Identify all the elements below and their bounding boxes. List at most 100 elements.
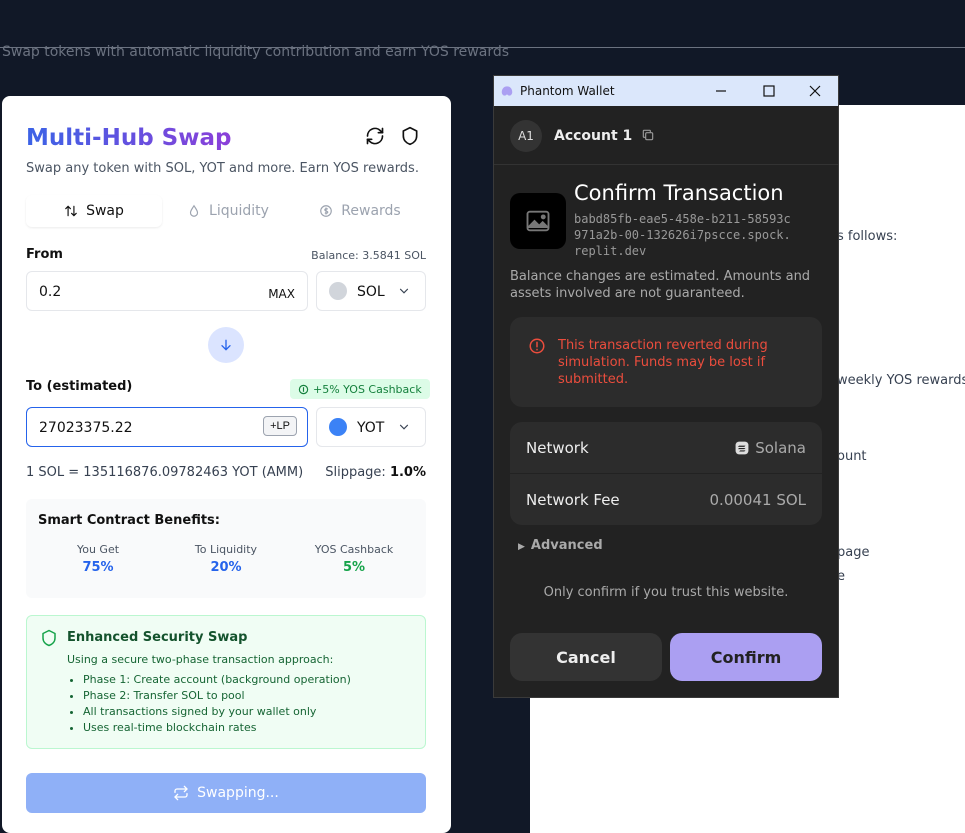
security-intro: Using a secure two-phase transaction app… (67, 653, 334, 666)
advanced-label: Advanced (530, 538, 603, 553)
site-image-icon (510, 193, 566, 249)
swap-card-title: Multi-Hub Swap (26, 125, 232, 151)
network-fee-value: 0.00041 SOL (709, 491, 806, 509)
tab-label: Swap (86, 203, 124, 219)
yot-token-icon (329, 418, 347, 436)
dollar-coin-icon (320, 205, 333, 217)
list-item: All transactions signed by your wallet o… (83, 704, 351, 720)
from-balance: Balance: 3.5841 SOL (311, 249, 426, 262)
sol-token-icon (329, 282, 347, 300)
tab-rewards[interactable]: Rewards (294, 195, 426, 227)
reverse-direction-button[interactable] (208, 327, 244, 363)
from-amount-value: 0.2 (39, 284, 62, 300)
account-avatar[interactable]: A1 (510, 120, 542, 152)
account-name-text: Account 1 (554, 128, 633, 144)
benefit-value: 20% (210, 560, 242, 575)
from-label: From (26, 247, 63, 262)
phantom-wallet-window: Phantom Wallet A1 Account 1 Confirm Tran… (493, 75, 839, 698)
alert-circle-icon (529, 338, 545, 354)
to-token-name: YOT (357, 420, 385, 436)
network-name: Solana (755, 439, 806, 457)
arrow-down-icon (221, 339, 231, 351)
advanced-toggle[interactable]: ▶ Advanced (518, 538, 603, 553)
balance-note: Balance changes are estimated. Amounts a… (510, 269, 811, 301)
security-list: Phase 1: Create account (background oper… (83, 672, 351, 736)
swap-card: Multi-Hub Swap Swap any token with SOL, … (2, 96, 451, 833)
window-title: Phantom Wallet (520, 84, 615, 98)
divider (494, 164, 838, 165)
exchange-rate: 1 SOL = 135116876.09782463 YOT (AMM) (26, 465, 304, 480)
swap-button[interactable]: Swapping... (26, 773, 426, 813)
phantom-logo-icon (501, 86, 513, 96)
benefit-value: 5% (342, 560, 366, 575)
list-item: Phase 2: Transfer SOL to pool (83, 688, 351, 704)
trust-note: Only confirm if you trust this website. (543, 585, 789, 600)
to-amount-value: 27023375.22 (39, 420, 133, 436)
benefit-you-get: You Get 75% (38, 543, 158, 575)
copy-icon (642, 129, 654, 141)
cashback-badge: +5% YOS Cashback (290, 379, 430, 399)
from-token-select[interactable]: SOL (316, 271, 426, 311)
benefit-to-liquidity: To Liquidity 20% (166, 543, 286, 575)
maximize-icon[interactable] (760, 82, 778, 100)
to-amount-input[interactable]: 27023375.22 +LP (26, 407, 308, 447)
solana-icon (735, 441, 749, 455)
network-row: Network Solana (510, 422, 822, 474)
swap-arrows-icon (65, 205, 77, 217)
benefit-label: You Get (76, 543, 120, 556)
shield-icon[interactable] (400, 126, 420, 146)
benefit-value: 75% (82, 560, 114, 575)
network-fee-label: Network Fee (526, 491, 620, 509)
chevron-down-icon (399, 424, 409, 430)
security-panel: Enhanced Security Swap Using a secure tw… (26, 615, 426, 749)
background-text: page (837, 545, 870, 560)
swap-card-subtitle: Swap any token with SOL, YOT and more. E… (26, 161, 419, 176)
warning-text: This transaction reverted during simulat… (558, 338, 768, 387)
from-token-name: SOL (357, 284, 385, 300)
from-amount-input[interactable]: 0.2 MAX (26, 271, 308, 311)
close-icon[interactable] (806, 82, 824, 100)
tab-label: Rewards (341, 203, 401, 219)
background-text: weekly YOS rewards: (837, 373, 965, 388)
cancel-button[interactable]: Cancel (510, 633, 662, 681)
max-button[interactable]: MAX (268, 287, 295, 301)
droplet-icon (189, 204, 199, 217)
request-origin: babd85fb-eae5-458e-b211-58593c971a2b-00-… (574, 212, 791, 258)
network-value: Solana (735, 439, 806, 457)
swap-tabs: Swap Liquidity Rewards (26, 195, 426, 227)
dollar-coin-icon (298, 384, 309, 394)
network-fee-row: Network Fee 0.00041 SOL (510, 474, 822, 525)
account-name[interactable]: Account 1 (554, 128, 655, 144)
list-item: Phase 1: Create account (background oper… (83, 672, 351, 688)
swap-button-label: Swapping... (197, 785, 279, 801)
repeat-icon (174, 785, 188, 801)
confirm-button[interactable]: Confirm (670, 633, 822, 681)
to-token-select[interactable]: YOT (316, 407, 426, 447)
minimize-icon[interactable] (712, 82, 730, 100)
network-label: Network (526, 439, 589, 457)
confirm-transaction-heading: Confirm Transaction (574, 181, 784, 205)
caret-right-icon: ▶ (518, 542, 525, 552)
benefit-label: To Liquidity (194, 543, 258, 556)
background-text: ount (837, 449, 867, 464)
transaction-details: Network Solana Network Fee 0.00041 SOL (510, 422, 822, 525)
security-heading: Enhanced Security Swap (67, 630, 248, 645)
benefit-label: YOS Cashback (314, 543, 394, 556)
simulation-warning: This transaction reverted during simulat… (510, 317, 822, 407)
benefit-yos-cashback: YOS Cashback 5% (294, 543, 414, 575)
chevron-down-icon (399, 288, 409, 294)
to-label: To (estimated) (26, 379, 133, 394)
shield-icon (42, 629, 56, 647)
background-text: s follows: (837, 229, 898, 244)
window-titlebar[interactable]: Phantom Wallet (494, 76, 838, 106)
tab-liquidity[interactable]: Liquidity (162, 195, 294, 227)
benefits-heading: Smart Contract Benefits: (38, 513, 220, 528)
tab-swap[interactable]: Swap (26, 195, 162, 227)
lp-badge: +LP (263, 416, 297, 436)
cashback-text: +5% YOS Cashback (313, 382, 422, 396)
tab-label: Liquidity (209, 203, 269, 219)
slippage: Slippage: 1.0% (325, 465, 426, 480)
slippage-value: 1.0% (389, 465, 426, 480)
list-item: Uses real-time blockchain rates (83, 720, 351, 736)
refresh-icon[interactable] (365, 126, 385, 146)
